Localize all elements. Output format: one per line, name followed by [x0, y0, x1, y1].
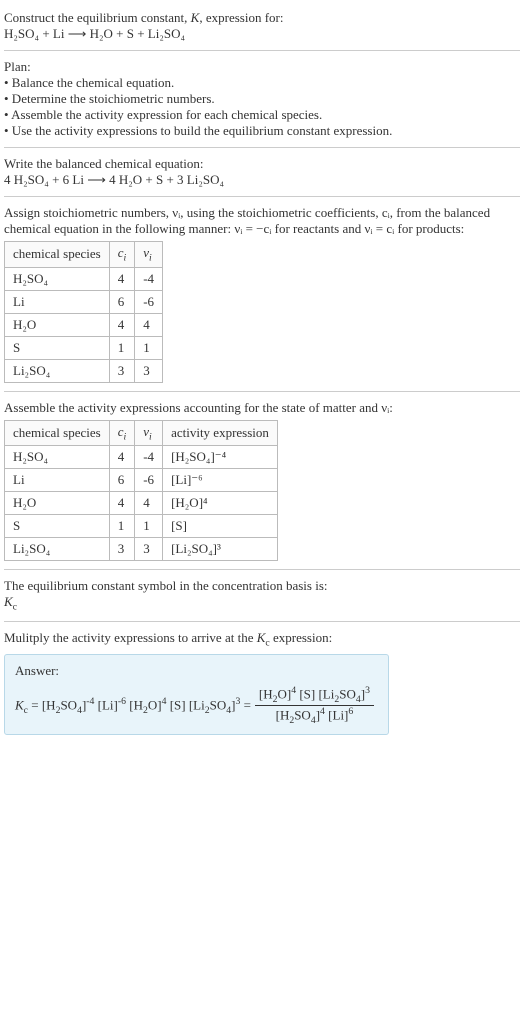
prompt-line1: Construct the equilibrium constant, K, e… [4, 10, 520, 26]
plan-item: • Determine the stoichiometric numbers. [4, 91, 520, 107]
table-row: Li₂SO₄33 [5, 359, 163, 382]
cell-activity: [Li]⁻⁶ [163, 469, 278, 492]
divider [4, 196, 520, 197]
cell-ci: 1 [109, 336, 135, 359]
cell-ci: 3 [109, 538, 135, 561]
multiply-section: Mulitply the activity expressions to arr… [4, 624, 520, 741]
cell-vi: 3 [135, 359, 163, 382]
symbol-line1: The equilibrium constant symbol in the c… [4, 578, 520, 594]
symbol-kc: Kc [4, 594, 520, 613]
table-header-row: chemical species ci νi activity expressi… [5, 420, 278, 446]
col-ci: ci [109, 242, 135, 268]
col-ci: ci [109, 420, 135, 446]
balanced-section: Write the balanced chemical equation: 4 … [4, 150, 520, 194]
cell-activity: [H₂O]⁴ [163, 492, 278, 515]
divider [4, 391, 520, 392]
kc-numerator: [H2O]4 [S] [Li2SO4]3 [255, 685, 374, 706]
symbol-section: The equilibrium constant symbol in the c… [4, 572, 520, 619]
cell-ci: 1 [109, 515, 135, 538]
cell-species: H₂SO₄ [5, 267, 110, 290]
table-row: S11[S] [5, 515, 278, 538]
plan-item: • Balance the chemical equation. [4, 75, 520, 91]
col-vi: νi [135, 242, 163, 268]
answer-box: Answer: Kc = [H2SO4]-4 [Li]-6 [H2O]4 [S]… [4, 654, 389, 735]
cell-species: Li [5, 290, 110, 313]
plan-title: Plan: [4, 59, 520, 75]
cell-vi: -4 [135, 267, 163, 290]
table-row: S11 [5, 336, 163, 359]
kc-expression: Kc = [H2SO4]-4 [Li]-6 [H2O]4 [S] [Li2SO4… [15, 685, 378, 726]
table-row: H₂O44 [5, 313, 163, 336]
prompt-equation: H₂SO₄ + Li ⟶ H₂O + S + Li₂SO₄ [4, 26, 520, 42]
cell-vi: 1 [135, 336, 163, 359]
plan-item: • Use the activity expressions to build … [4, 123, 520, 139]
kc-lhs: Kc = [H2SO4]-4 [Li]-6 [H2O]4 [S] [Li2SO4… [15, 696, 251, 716]
cell-activity: [Li₂SO₄]³ [163, 538, 278, 561]
table-row: Li6-6 [5, 290, 163, 313]
assign-section: Assign stoichiometric numbers, νᵢ, using… [4, 199, 520, 389]
cell-species: S [5, 515, 110, 538]
cell-activity: [S] [163, 515, 278, 538]
activity-table: chemical species ci νi activity expressi… [4, 420, 278, 562]
activity-section: Assemble the activity expressions accoun… [4, 394, 520, 568]
kc-fraction: [H2O]4 [S] [Li2SO4]3 [H2SO4]4 [Li]6 [255, 685, 374, 726]
divider [4, 569, 520, 570]
cell-vi: 4 [135, 492, 163, 515]
col-activity: activity expression [163, 420, 278, 446]
cell-ci: 4 [109, 446, 135, 469]
multiply-text: Mulitply the activity expressions to arr… [4, 630, 520, 649]
col-vi: νi [135, 420, 163, 446]
cell-vi: -6 [135, 469, 163, 492]
cell-species: H₂O [5, 492, 110, 515]
table-header-row: chemical species ci νi [5, 242, 163, 268]
col-species: chemical species [5, 242, 110, 268]
plan-section: Plan: • Balance the chemical equation. •… [4, 53, 520, 145]
table-row: Li6-6[Li]⁻⁶ [5, 469, 278, 492]
kc-denominator: [H2SO4]4 [Li]6 [272, 706, 358, 726]
prompt-section: Construct the equilibrium constant, K, e… [4, 4, 520, 48]
cell-species: H₂SO₄ [5, 446, 110, 469]
cell-vi: -6 [135, 290, 163, 313]
cell-activity: [H₂SO₄]⁻⁴ [163, 446, 278, 469]
plan-item: • Assemble the activity expression for e… [4, 107, 520, 123]
col-species: chemical species [5, 420, 110, 446]
table-row: H₂SO₄4-4[H₂SO₄]⁻⁴ [5, 446, 278, 469]
cell-ci: 6 [109, 290, 135, 313]
cell-species: H₂O [5, 313, 110, 336]
divider [4, 621, 520, 622]
table-row: H₂SO₄4-4 [5, 267, 163, 290]
cell-species: Li₂SO₄ [5, 359, 110, 382]
cell-ci: 4 [109, 313, 135, 336]
cell-vi: 3 [135, 538, 163, 561]
cell-vi: 1 [135, 515, 163, 538]
cell-vi: -4 [135, 446, 163, 469]
divider [4, 50, 520, 51]
cell-ci: 4 [109, 492, 135, 515]
cell-ci: 3 [109, 359, 135, 382]
divider [4, 147, 520, 148]
answer-label: Answer: [15, 663, 378, 679]
table-row: H₂O44[H₂O]⁴ [5, 492, 278, 515]
cell-ci: 6 [109, 469, 135, 492]
balanced-title: Write the balanced chemical equation: [4, 156, 520, 172]
balanced-equation: 4 H₂SO₄ + 6 Li ⟶ 4 H₂O + S + 3 Li₂SO₄ [4, 172, 520, 188]
activity-text: Assemble the activity expressions accoun… [4, 400, 520, 416]
assign-text: Assign stoichiometric numbers, νᵢ, using… [4, 205, 520, 237]
cell-vi: 4 [135, 313, 163, 336]
cell-species: Li₂SO₄ [5, 538, 110, 561]
cell-species: Li [5, 469, 110, 492]
cell-species: S [5, 336, 110, 359]
table-row: Li₂SO₄33[Li₂SO₄]³ [5, 538, 278, 561]
cell-ci: 4 [109, 267, 135, 290]
stoich-table: chemical species ci νi H₂SO₄4-4 Li6-6 H₂… [4, 241, 163, 383]
